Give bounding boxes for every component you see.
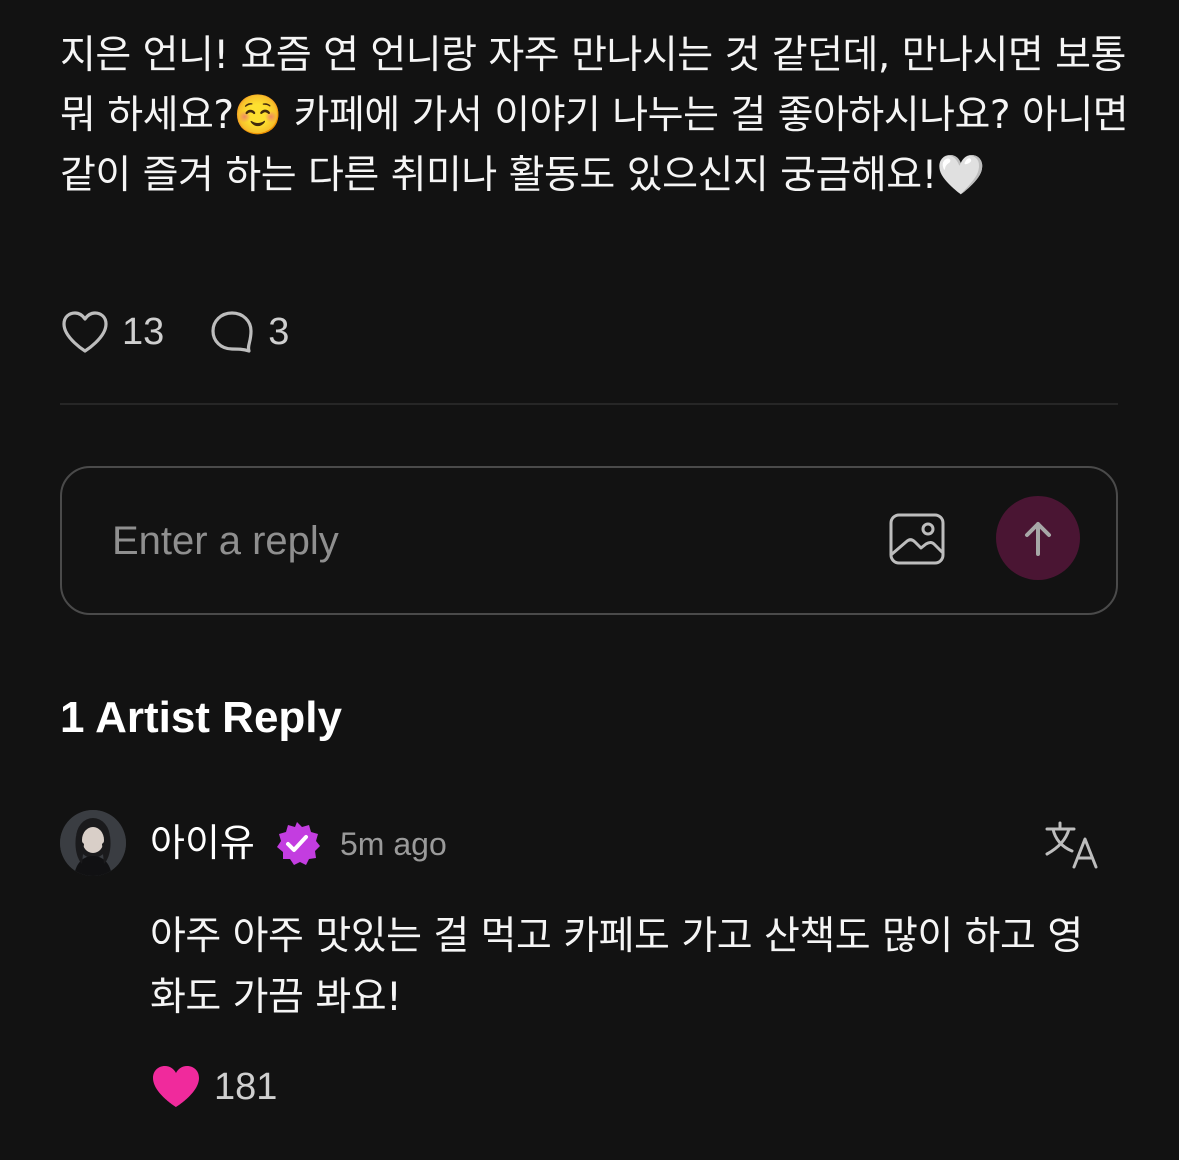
post-text: 지은 언니! 요즘 연 언니랑 자주 만나시는 것 같던데, 만나시면 보통 뭐…	[60, 33, 1129, 198]
author-name[interactable]: 아이유	[150, 818, 255, 868]
like-button[interactable]: 13	[60, 309, 164, 355]
send-button[interactable]	[996, 496, 1080, 580]
heart-outline-icon	[62, 311, 108, 353]
translate-icon	[1045, 821, 1098, 869]
artist-reply: 아이유 5m ago 아주 아주 맛있는 걸 먹고 카페도 가고 산책도 많이 …	[60, 810, 1118, 1130]
comment-like-button[interactable]: 181	[150, 1064, 277, 1110]
attach-image-button[interactable]	[888, 512, 946, 566]
comment-count: 3	[268, 310, 290, 353]
section-title: 1 Artist Reply	[60, 693, 343, 742]
divider	[60, 403, 1118, 405]
image-icon	[889, 513, 945, 565]
reply-input[interactable]	[112, 508, 852, 574]
comment-like-count: 181	[214, 1065, 278, 1108]
comment-text: 아주 아주 맛있는 걸 먹고 카페도 가고 산책도 많이 하고 영화도 가끔 봐…	[150, 914, 1083, 1020]
comment-button[interactable]: 3	[208, 308, 289, 356]
translate-button[interactable]	[1044, 820, 1100, 870]
speech-bubble-icon	[211, 311, 253, 353]
verified-badge-icon	[277, 822, 320, 865]
reply-box	[60, 466, 1118, 615]
post-stats: 13 3	[60, 306, 289, 358]
avatar[interactable]	[60, 810, 126, 876]
heart-filled-icon	[153, 1066, 199, 1107]
like-count: 13	[122, 310, 165, 353]
arrow-up-icon	[1025, 522, 1051, 556]
timestamp: 5m ago	[340, 826, 447, 862]
avatar-image	[60, 810, 126, 876]
